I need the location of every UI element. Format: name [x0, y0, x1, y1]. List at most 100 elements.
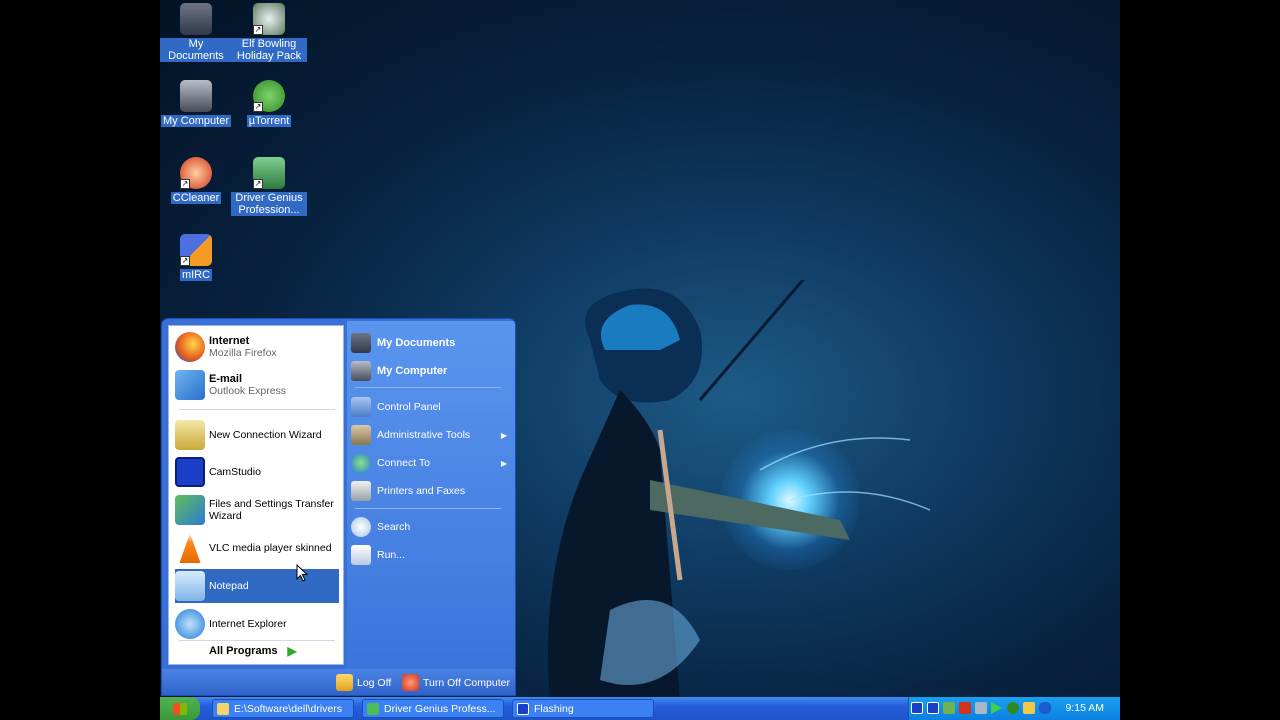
desktop-icon-utorrent[interactable]: ↗ µTorrent — [231, 80, 307, 127]
clock[interactable]: 9:15 AM — [1065, 702, 1104, 714]
desktop-icon-label: My Computer — [160, 115, 232, 127]
tray-hardware-icon[interactable] — [975, 702, 987, 714]
wallpaper-violinist — [548, 280, 930, 700]
place-label: Connect To — [377, 457, 430, 469]
place-label: Run... — [377, 549, 406, 561]
desktop-icon-my-computer[interactable]: My Computer — [160, 80, 234, 127]
folder-icon — [217, 702, 229, 715]
pinned-subtitle: Outlook Express — [209, 385, 287, 397]
pinned-email[interactable]: E-mail Outlook Express — [175, 368, 339, 402]
computer-icon — [180, 80, 212, 112]
start-menu-places-pane: My Documents My Computer Control Panel A… — [347, 321, 515, 669]
item-label: VLC media player skinned — [209, 542, 332, 554]
taskbar: E:\Software\dell\drivers Driver Genius P… — [160, 697, 1120, 720]
place-control-panel[interactable]: Control Panel — [351, 395, 511, 419]
place-label: My Documents — [377, 337, 456, 349]
green-arrow-icon: ▶ — [287, 644, 297, 658]
place-search[interactable]: Search — [351, 515, 511, 539]
taskbar-button-label: Flashing — [534, 702, 574, 715]
place-connect-to[interactable]: Connect To ▶ — [351, 451, 511, 475]
circuit-board-icon: ↗ — [253, 157, 285, 189]
circuit-board-icon — [367, 702, 379, 715]
pinned-title: E-mail — [209, 373, 243, 385]
place-label: My Computer — [377, 365, 448, 377]
printer-icon — [351, 481, 371, 501]
item-label: Internet Explorer — [209, 618, 287, 630]
place-my-documents[interactable]: My Documents — [351, 331, 511, 355]
log-off-label: Log Off — [357, 676, 392, 689]
desktop-icon-label: CCleaner — [170, 192, 222, 204]
tray-camstudio-icon[interactable] — [911, 702, 923, 714]
desktop-icon-label: My Documents — [160, 38, 234, 62]
notepad-icon — [175, 571, 205, 601]
desktop-icon-label: mIRC — [179, 269, 213, 281]
tray-driver-icon[interactable] — [959, 702, 971, 714]
power-icon — [402, 674, 419, 691]
recent-internet-explorer[interactable]: Internet Explorer — [175, 607, 339, 641]
transfer-wizard-icon — [175, 495, 205, 525]
taskbar-button-driver-genius[interactable]: Driver Genius Profess... — [362, 699, 504, 718]
run-icon — [351, 545, 371, 565]
item-label: New Connection Wizard — [209, 429, 322, 441]
submenu-arrow-icon: ▶ — [500, 458, 507, 468]
log-off-button[interactable]: Log Off — [336, 674, 391, 691]
recent-notepad[interactable]: Notepad — [175, 569, 339, 603]
camstudio-icon — [175, 457, 205, 487]
place-administrative-tools[interactable]: Administrative Tools ▶ — [351, 423, 511, 447]
submenu-arrow-icon: ▶ — [500, 430, 507, 440]
mouse-cursor — [296, 564, 308, 582]
recent-files-settings-transfer[interactable]: Files and Settings Transfer Wizard — [175, 493, 339, 527]
all-programs-button[interactable]: All Programs ▶ — [209, 644, 297, 658]
outlook-express-icon — [175, 370, 205, 400]
vlc-cone-icon — [179, 533, 201, 563]
separator — [179, 409, 335, 410]
start-button[interactable] — [160, 697, 200, 720]
pinned-title: Internet — [209, 335, 250, 347]
tray-utorrent-icon[interactable] — [1007, 702, 1019, 714]
taskbar-button-explorer[interactable]: E:\Software\dell\drivers — [212, 699, 354, 718]
desktop-icon-label: µTorrent — [246, 115, 292, 127]
item-label: Files and Settings Transfer Wizard — [209, 498, 334, 522]
start-menu-programs-pane: Internet Mozilla Firefox E-mail Outlook Ex… — [168, 325, 344, 665]
desktop-icon-label: Elf Bowling Holiday Pack — [231, 38, 307, 62]
turn-off-button[interactable]: Turn Off Computer — [402, 674, 510, 691]
ccleaner-icon: ↗ — [180, 157, 212, 189]
folder-icon — [351, 333, 371, 353]
game-icon: ↗ — [253, 3, 285, 35]
item-label: CamStudio — [209, 466, 261, 478]
item-label: Notepad — [209, 580, 249, 592]
desktop-icon-elf-bowling[interactable]: ↗ Elf Bowling Holiday Pack — [231, 3, 307, 62]
tray-bluetooth-icon[interactable] — [1039, 702, 1051, 714]
recent-vlc[interactable]: VLC media player skinned — [175, 531, 339, 565]
tray-network-icon[interactable] — [943, 702, 955, 714]
pinned-internet[interactable]: Internet Mozilla Firefox — [175, 330, 339, 364]
wizard-icon — [175, 420, 205, 450]
separator — [355, 387, 501, 388]
firefox-icon — [175, 332, 205, 362]
admin-tools-icon — [351, 425, 371, 445]
recent-new-connection-wizard[interactable]: New Connection Wizard — [175, 418, 339, 452]
place-run[interactable]: Run... — [351, 543, 511, 567]
computer-icon — [351, 361, 371, 381]
tray-camstudio-icon-2[interactable] — [927, 702, 939, 714]
internet-explorer-icon — [175, 609, 205, 639]
desktop-icon-mirc[interactable]: ↗ mIRC — [160, 234, 234, 281]
utorrent-icon: ↗ — [253, 80, 285, 112]
separator — [355, 508, 501, 509]
desktop-icon-ccleaner[interactable]: ↗ CCleaner — [160, 157, 234, 204]
place-my-computer[interactable]: My Computer — [351, 359, 511, 383]
start-menu: Internet Mozilla Firefox E-mail Outlook Ex… — [161, 318, 516, 696]
start-menu-footer: Log Off Turn Off Computer — [162, 669, 515, 695]
recent-camstudio[interactable]: CamStudio — [175, 455, 339, 489]
mirc-icon: ↗ — [180, 234, 212, 266]
tray-security-icon[interactable] — [1023, 702, 1035, 714]
place-label: Search — [377, 521, 411, 533]
tray-play-icon[interactable] — [991, 702, 1002, 714]
desktop-icon-my-documents[interactable]: My Documents — [160, 3, 234, 62]
taskbar-button-flashing[interactable]: Flashing — [512, 699, 654, 718]
pinned-subtitle: Mozilla Firefox — [209, 347, 277, 359]
desktop-icon-driver-genius[interactable]: ↗ Driver Genius Profession... — [231, 157, 307, 216]
system-tray: 9:15 AM — [908, 697, 1120, 720]
place-printers-faxes[interactable]: Printers and Faxes — [351, 479, 511, 503]
place-label: Printers and Faxes — [377, 485, 466, 497]
